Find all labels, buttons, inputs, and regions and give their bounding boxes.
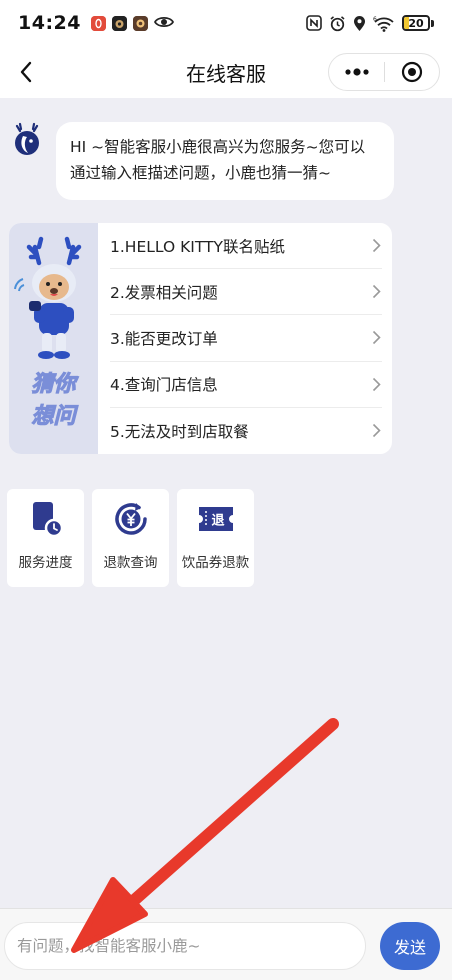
more-dots-icon bbox=[344, 68, 369, 76]
close-mini-program-button[interactable] bbox=[385, 54, 439, 90]
svg-text:退: 退 bbox=[211, 514, 224, 529]
guess-question-item[interactable]: 4.查询门店信息 bbox=[110, 362, 382, 408]
voucher-refund-icon: 退 bbox=[198, 507, 233, 531]
page-title: 在线客服 bbox=[186, 61, 266, 86]
guess-banner: 猜你 想问 bbox=[9, 223, 98, 454]
target-close-icon bbox=[401, 61, 423, 83]
app-icon-black bbox=[111, 15, 127, 31]
status-left-icons bbox=[90, 14, 175, 33]
mini-program-capsule bbox=[328, 53, 440, 91]
refund-query-icon bbox=[114, 503, 147, 535]
alarm-icon bbox=[329, 15, 346, 32]
more-button[interactable] bbox=[329, 54, 384, 90]
location-icon bbox=[353, 15, 366, 32]
status-bar: 14:24 6 20 bbox=[0, 0, 452, 46]
chevron-left-icon bbox=[20, 61, 32, 83]
greeting-message: HI ~智能客服小鹿很高兴为您服务~您可以通过输入框描述问题，小鹿也猜一猜~ bbox=[56, 122, 394, 200]
tile-service-progress[interactable]: 服务进度 bbox=[7, 489, 84, 587]
chevron-right-icon bbox=[370, 284, 382, 300]
guess-question-item[interactable]: 3.能否更改订单 bbox=[110, 315, 382, 362]
message-input[interactable] bbox=[4, 922, 366, 970]
tile-label: 退款查询 bbox=[103, 555, 158, 571]
send-button[interactable]: 发送 bbox=[380, 922, 440, 970]
nfc-icon bbox=[306, 15, 322, 31]
guess-question-label: 3.能否更改订单 bbox=[110, 329, 218, 348]
tile-voucher-refund[interactable]: 退 饮品券退款 bbox=[177, 489, 254, 587]
app-icon-brown bbox=[132, 15, 148, 31]
guess-question-list: 1.HELLO KITTY联名贴纸 2.发票相关问题 3.能否更改订单 4.查询… bbox=[98, 223, 392, 454]
status-time: 14:24 bbox=[18, 12, 81, 34]
wifi-6-icon: 6 bbox=[373, 15, 395, 32]
chevron-right-icon bbox=[370, 238, 382, 254]
chevron-right-icon bbox=[370, 423, 382, 439]
back-button[interactable] bbox=[12, 58, 40, 86]
eye-icon bbox=[153, 14, 175, 33]
guess-question-label: 4.查询门店信息 bbox=[110, 376, 218, 395]
bot-avatar bbox=[11, 122, 43, 158]
tile-refund-query[interactable]: 退款查询 bbox=[92, 489, 169, 587]
guess-question-label: 1.HELLO KITTY联名贴纸 bbox=[110, 237, 285, 256]
guess-question-label: 2.发票相关问题 bbox=[110, 283, 218, 302]
battery-icon: 20 bbox=[402, 15, 434, 31]
guess-banner-line-1: 猜你 bbox=[31, 372, 76, 398]
tile-label: 饮品券退款 bbox=[181, 555, 250, 571]
guess-question-label: 5.无法及时到店取餐 bbox=[110, 422, 249, 441]
guess-question-item[interactable]: 1.HELLO KITTY联名贴纸 bbox=[110, 223, 382, 270]
tile-label: 服务进度 bbox=[18, 555, 73, 571]
svg-text:6: 6 bbox=[373, 16, 377, 23]
battery-level: 20 bbox=[408, 16, 424, 30]
chat-input-bar: 发送 bbox=[0, 908, 452, 980]
status-right-icons: 6 20 bbox=[306, 15, 434, 32]
deer-logo-icon bbox=[15, 122, 39, 155]
guess-question-item[interactable]: 2.发票相关问题 bbox=[110, 269, 382, 316]
chevron-right-icon bbox=[370, 376, 382, 392]
guess-card: 猜你 想问 1.HELLO KITTY联名贴纸 2.发票相关问题 3.能否更改订… bbox=[9, 223, 392, 454]
app-notification-icon bbox=[90, 15, 106, 31]
quick-service-tiles: 服务进度 退款查询 退 饮品券退款 bbox=[7, 489, 254, 587]
guess-banner-line-2: 想问 bbox=[31, 404, 76, 430]
chevron-right-icon bbox=[370, 330, 382, 346]
guess-question-item[interactable]: 5.无法及时到店取餐 bbox=[110, 408, 382, 454]
nav-bar: 在线客服 bbox=[0, 46, 452, 98]
service-progress-icon bbox=[32, 502, 63, 538]
